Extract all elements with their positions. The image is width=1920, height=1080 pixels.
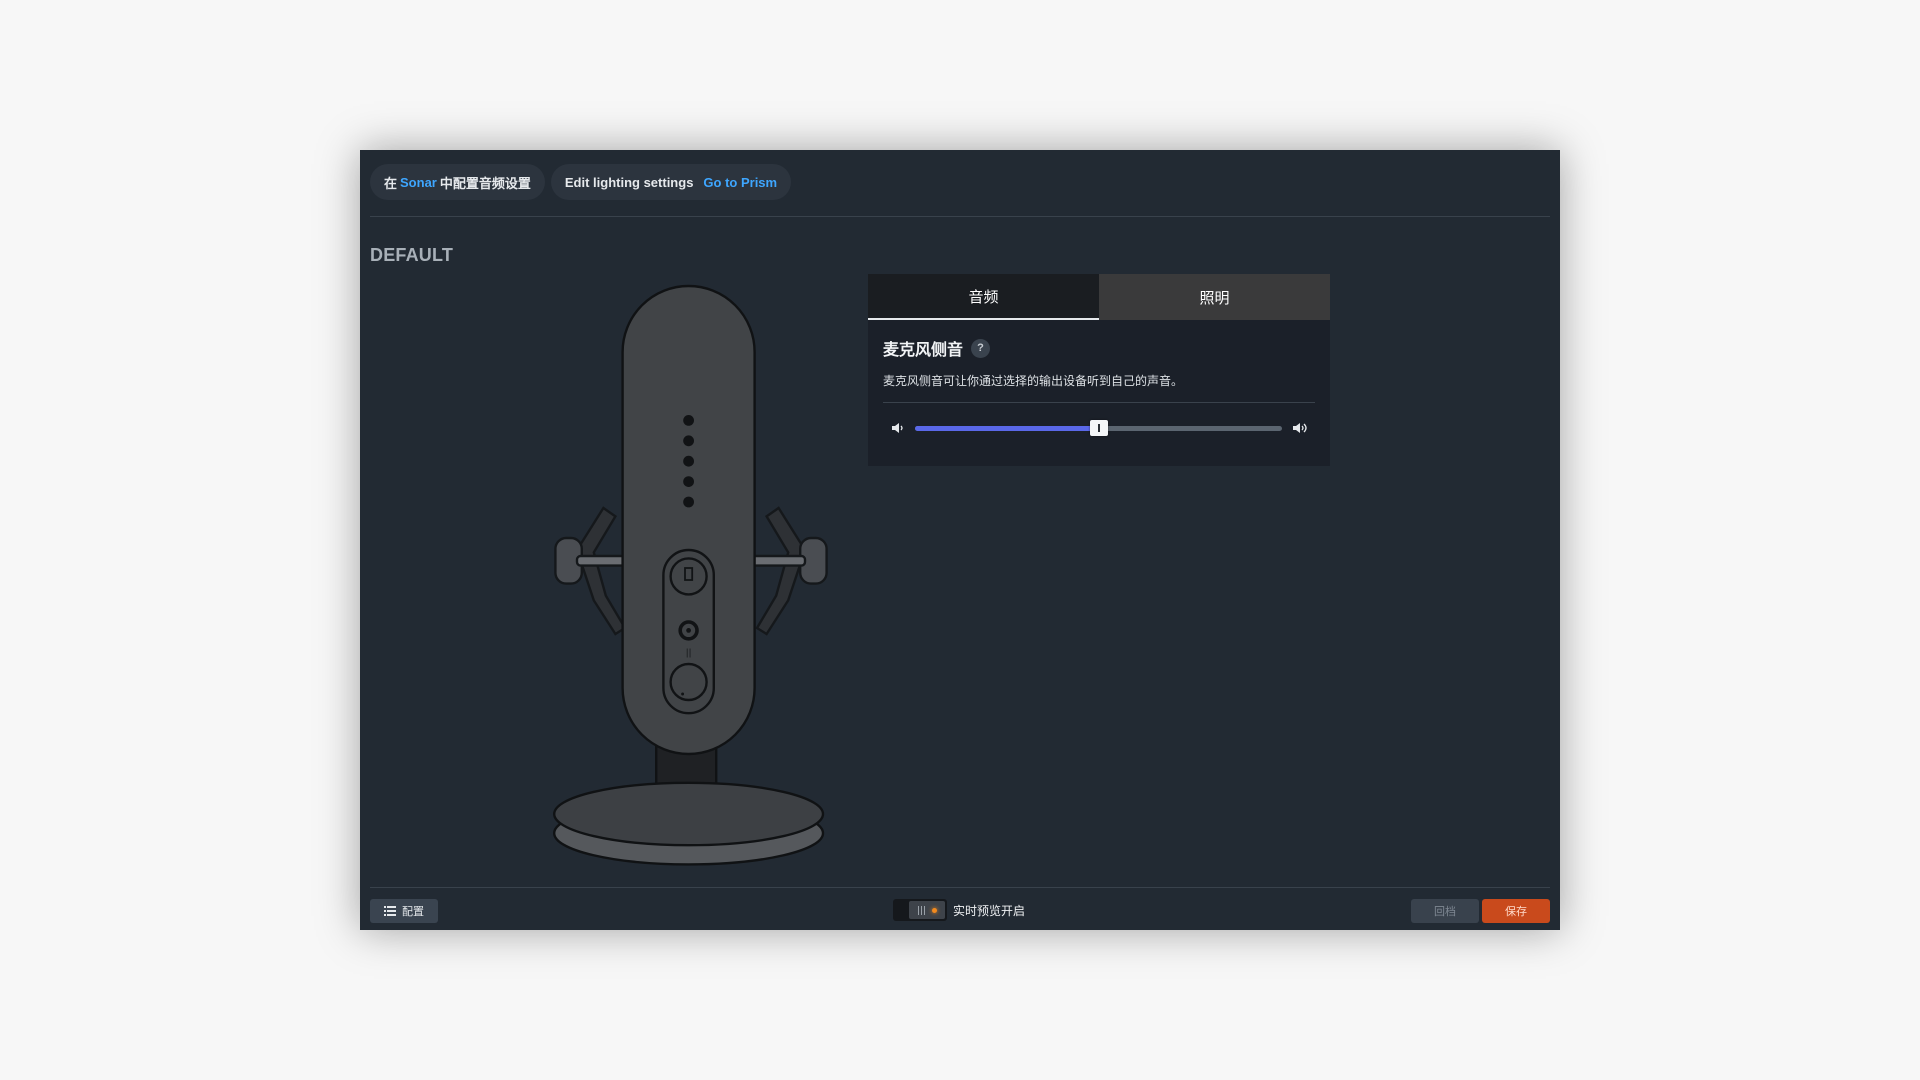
config-button[interactable]: 配置	[370, 899, 438, 923]
sonar-suffix-text: 中配置音频设置	[439, 175, 531, 191]
lighting-label: Edit lighting settings	[564, 174, 694, 190]
profile-name: DEFAULT	[370, 245, 454, 265]
svg-text:||: ||	[686, 648, 692, 658]
help-icon[interactable]: ?	[971, 338, 991, 358]
preview-indicator-icon	[931, 907, 937, 913]
tab-lighting[interactable]: 照明	[1099, 274, 1330, 320]
sonar-prefix-text: 在	[384, 175, 398, 191]
top-divider	[370, 216, 1550, 217]
go-to-prism-link[interactable]: Go to Prism	[703, 175, 777, 190]
config-label: 配置	[402, 906, 424, 918]
live-preview-toggle[interactable]: 实时预览开启	[893, 899, 1025, 921]
save-button[interactable]: 保存	[1482, 899, 1550, 923]
sonar-config-pill[interactable]: 在 Sonar 中配置音频设置	[370, 164, 545, 200]
sidetone-title-row: 麦克风侧音 ?	[883, 336, 991, 360]
settings-panel: 音频 照明 麦克风侧音 ? 麦克风侧音可让你通过选择的输出设备听到自己的声音。	[868, 274, 1330, 466]
sidetone-section: 麦克风侧音 ? 麦克风侧音可让你通过选择的输出设备听到自己的声音。	[868, 320, 1330, 466]
volume-low-icon[interactable]	[890, 420, 906, 436]
slider-thumb[interactable]	[1089, 420, 1108, 436]
slider-track[interactable]	[915, 420, 1282, 436]
sidetone-slider[interactable]	[888, 416, 1310, 440]
volume-high-icon[interactable]	[1292, 420, 1308, 436]
slider-fill	[915, 426, 1099, 431]
app-window: 在 Sonar 中配置音频设置 Edit lighting settings G…	[360, 150, 1560, 930]
sidetone-title: 麦克风侧音	[883, 342, 964, 359]
list-icon	[384, 906, 396, 916]
sonar-link[interactable]: Sonar	[400, 175, 437, 190]
revert-button[interactable]: 回档	[1411, 899, 1479, 923]
bottom-divider	[370, 887, 1550, 888]
section-divider	[883, 402, 1315, 403]
top-toolbar: 在 Sonar 中配置音频设置 Edit lighting settings G…	[370, 164, 792, 200]
microphone-illustration: ||	[553, 284, 828, 866]
preview-switch-knob	[909, 901, 945, 919]
lighting-settings-pill: Edit lighting settings Go to Prism	[550, 164, 792, 200]
sidetone-description: 麦克风侧音可让你通过选择的输出设备听到自己的声音。	[883, 374, 1184, 388]
tab-audio[interactable]: 音频	[868, 274, 1099, 320]
preview-label: 实时预览开启	[953, 903, 1026, 918]
preview-switch[interactable]	[893, 899, 947, 921]
tab-bar: 音频 照明	[868, 274, 1330, 320]
